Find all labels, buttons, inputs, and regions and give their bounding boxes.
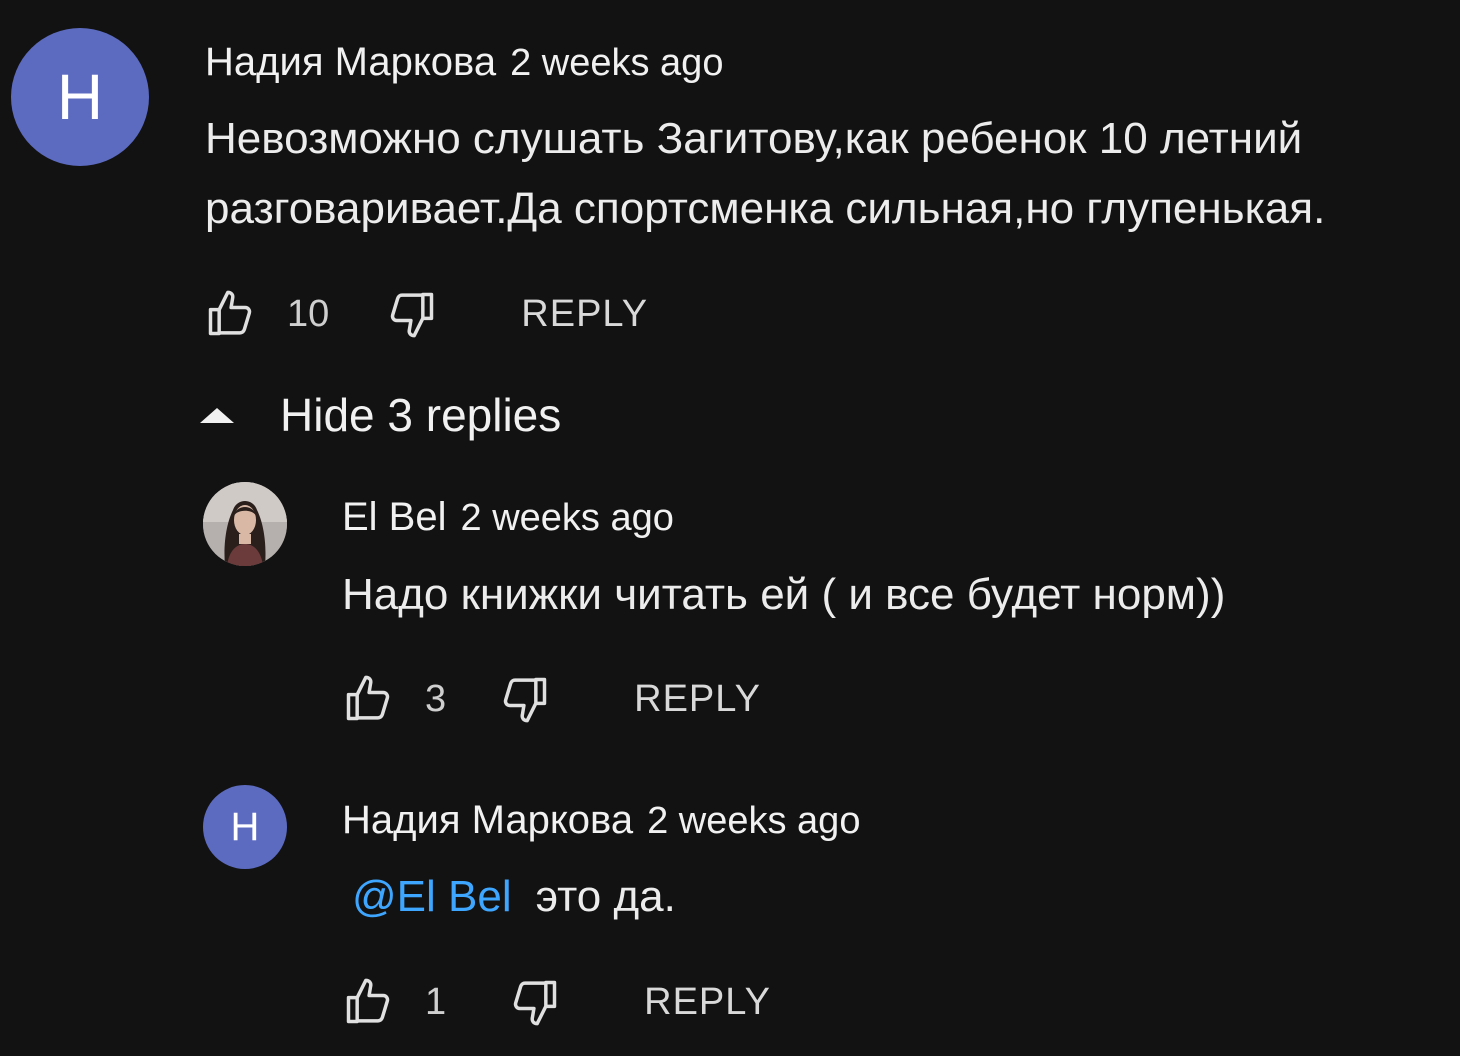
like-count: 10 <box>287 292 330 335</box>
comment-actions: 3 REPLY <box>341 669 761 729</box>
reply-button[interactable]: REPLY <box>521 293 648 336</box>
comment-text-line: разговаривает.Да спортсменка сильная,но … <box>205 184 1326 233</box>
like-count: 1 <box>425 980 447 1023</box>
avatar-letter: H <box>56 61 104 133</box>
user-photo-icon <box>203 482 287 566</box>
hide-replies-button[interactable]: Hide 3 replies <box>200 388 561 442</box>
author-name[interactable]: El Bel <box>342 495 447 539</box>
thumb-up-icon <box>208 290 252 336</box>
dislike-button[interactable] <box>508 975 562 1029</box>
thumb-down-icon <box>391 292 434 338</box>
like-count: 3 <box>425 677 447 720</box>
comment-actions: 1 REPLY <box>341 972 771 1032</box>
reply-button[interactable]: REPLY <box>634 678 761 721</box>
comment-actions: 10 REPLY <box>203 284 648 344</box>
avatar[interactable]: H <box>11 28 149 166</box>
comment-header: Надия Маркова 2 weeks ago <box>205 42 723 82</box>
timestamp[interactable]: 2 weeks ago <box>510 42 723 84</box>
comment-text: @El Bel это да. <box>352 862 676 932</box>
avatar-letter: H <box>230 804 260 849</box>
hide-replies-label: Hide 3 replies <box>280 389 562 441</box>
thumb-up-icon <box>346 675 390 721</box>
author-name[interactable]: Надия Маркова <box>342 798 633 842</box>
thumb-down-icon <box>513 980 557 1026</box>
dislike-button[interactable] <box>385 287 439 341</box>
dislike-button[interactable] <box>498 672 552 726</box>
comment-text: Невозможно слушать Загитову,как ребенок … <box>205 104 1325 244</box>
like-button[interactable] <box>341 975 395 1029</box>
avatar[interactable] <box>203 482 287 566</box>
like-button[interactable] <box>341 672 395 726</box>
caret-up-icon <box>200 407 234 423</box>
mention-link[interactable]: @El Bel <box>352 872 512 921</box>
thumb-up-icon <box>346 978 390 1024</box>
timestamp[interactable]: 2 weeks ago <box>461 497 674 539</box>
comment-text-line: Невозможно слушать Загитову,как ребенок … <box>205 114 1303 163</box>
comment-text-body: это да. <box>535 872 676 921</box>
comment-header: Надия Маркова 2 weeks ago <box>342 800 860 840</box>
comment-header: El Bel 2 weeks ago <box>342 497 674 537</box>
thumb-down-icon <box>503 677 547 723</box>
author-name[interactable]: Надия Маркова <box>205 40 496 84</box>
avatar[interactable]: H <box>203 785 287 869</box>
like-button[interactable] <box>203 287 257 341</box>
timestamp[interactable]: 2 weeks ago <box>647 800 860 842</box>
comment-text: Надо книжки читать ей ( и все будет норм… <box>342 570 1226 619</box>
reply-button[interactable]: REPLY <box>644 981 771 1024</box>
